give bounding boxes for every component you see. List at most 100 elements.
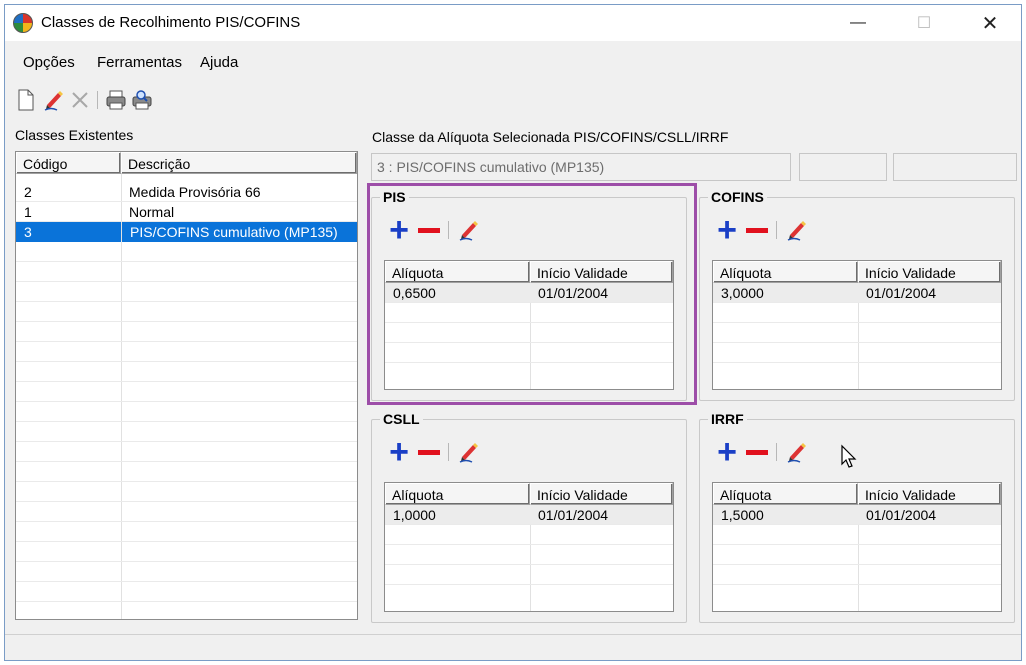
minus-icon: [418, 449, 440, 455]
empty-row: [713, 343, 1001, 363]
empty-row: [16, 262, 357, 282]
table-row[interactable]: 1,5000 01/01/2004: [713, 505, 1001, 525]
empty-row: [16, 402, 357, 422]
column-descricao[interactable]: Descrição: [121, 152, 357, 174]
window-title: Classes de Recolhimento PIS/COFINS: [41, 14, 301, 31]
close-button[interactable]: ✕: [967, 5, 1013, 41]
group-title: COFINS: [708, 189, 767, 205]
empty-row: [16, 322, 357, 342]
edit-pencil-icon: [459, 443, 478, 463]
group-separator: [776, 221, 777, 239]
group-csll: CSLL + Alíquota Início Validade 1,0000 0…: [371, 411, 687, 623]
list-item[interactable]: 1 Normal: [16, 202, 357, 222]
group-cofins: COFINS + Alíquota Início Validade 3,0000…: [699, 189, 1015, 401]
cell-inicio: 01/01/2004: [866, 285, 937, 301]
cell-aliquota: 1,0000: [393, 507, 436, 523]
status-bar: [5, 634, 1021, 660]
group-title: IRRF: [708, 411, 747, 427]
column-inicio-validade[interactable]: Início Validade: [858, 261, 1001, 283]
selected-class-field[interactable]: 3 : PIS/COFINS cumulativo (MP135): [371, 153, 791, 181]
empty-row: [713, 323, 1001, 343]
toolbar-separator: [97, 91, 98, 109]
column-inicio-validade[interactable]: Início Validade: [858, 483, 1001, 505]
group-separator: [776, 443, 777, 461]
empty-row: [16, 482, 357, 502]
csll-grid[interactable]: Alíquota Início Validade 1,0000 01/01/20…: [384, 482, 674, 612]
plus-icon: +: [389, 433, 409, 471]
new-document-icon[interactable]: [15, 89, 37, 111]
classes-existentes-label: Classes Existentes: [15, 127, 134, 143]
minus-icon: [746, 227, 768, 233]
empty-row: [713, 525, 1001, 545]
cell-codigo: 2: [24, 184, 32, 200]
table-row[interactable]: 3,0000 01/01/2004: [713, 283, 1001, 303]
empty-row: [16, 562, 357, 582]
empty-row: [16, 302, 357, 322]
empty-row: [16, 542, 357, 562]
edit-button[interactable]: [784, 440, 810, 464]
empty-row: [16, 382, 357, 402]
cell-aliquota: 3,0000: [721, 285, 764, 301]
empty-row: [16, 242, 357, 262]
cell-descricao: PIS/COFINS cumulativo (MP135): [122, 222, 357, 242]
column-aliquota[interactable]: Alíquota: [713, 483, 858, 505]
extra-field-1[interactable]: [799, 153, 887, 181]
cell-descricao: Normal: [129, 204, 175, 220]
remove-button[interactable]: [744, 440, 770, 464]
empty-row: [385, 545, 673, 565]
column-codigo[interactable]: Código: [16, 152, 121, 174]
print-preview-icon[interactable]: [131, 89, 153, 111]
group-irrf: IRRF + Alíquota Início Validade 1,5000 0…: [699, 411, 1015, 623]
edit-button[interactable]: [784, 218, 810, 242]
add-button[interactable]: +: [714, 435, 740, 469]
title-bar: Classes de Recolhimento PIS/COFINS — ☐ ✕: [5, 5, 1021, 41]
pis-highlight-box: [367, 183, 697, 405]
cofins-grid[interactable]: Alíquota Início Validade 3,0000 01/01/20…: [712, 260, 1002, 390]
minimize-button[interactable]: —: [835, 5, 881, 41]
empty-row: [16, 582, 357, 602]
app-icon: [13, 13, 33, 33]
add-button[interactable]: +: [386, 433, 412, 471]
print-icon[interactable]: [105, 89, 127, 111]
add-button[interactable]: +: [714, 213, 740, 247]
list-item-selected[interactable]: 3 PIS/COFINS cumulativo (MP135): [16, 222, 357, 242]
empty-row: [713, 565, 1001, 585]
empty-row: [16, 422, 357, 442]
cell-descricao: Medida Provisória 66: [129, 184, 261, 200]
maximize-button[interactable]: ☐: [901, 5, 947, 41]
empty-row: [385, 565, 673, 585]
empty-row: [16, 442, 357, 462]
group-title: CSLL: [380, 411, 423, 427]
main-window: Classes de Recolhimento PIS/COFINS — ☐ ✕…: [4, 4, 1022, 661]
column-aliquota[interactable]: Alíquota: [713, 261, 858, 283]
empty-row: [713, 545, 1001, 565]
irrf-grid[interactable]: Alíquota Início Validade 1,5000 01/01/20…: [712, 482, 1002, 612]
minus-icon: [746, 449, 768, 455]
menu-opcoes[interactable]: Opções: [23, 54, 75, 71]
delete-x-icon[interactable]: [69, 89, 91, 111]
menu-ferramentas[interactable]: Ferramentas: [97, 54, 182, 71]
menu-ajuda[interactable]: Ajuda: [200, 54, 238, 71]
classe-aliquota-label: Classe da Alíquota Selecionada PIS/COFIN…: [372, 129, 729, 145]
empty-row: [16, 502, 357, 522]
cell-codigo: 3: [16, 222, 121, 242]
extra-field-2[interactable]: [893, 153, 1017, 181]
empty-row: [16, 462, 357, 482]
empty-row: [16, 362, 357, 382]
edit-button[interactable]: [456, 440, 482, 464]
cell-aliquota: 1,5000: [721, 507, 764, 523]
column-inicio-validade[interactable]: Início Validade: [530, 483, 673, 505]
cell-inicio: 01/01/2004: [538, 507, 609, 523]
edit-pencil-icon: [787, 221, 806, 241]
list-item[interactable]: 2 Medida Provisória 66: [16, 182, 357, 202]
empty-row: [16, 282, 357, 302]
empty-row: [16, 522, 357, 542]
remove-button[interactable]: [416, 440, 442, 464]
edit-pencil-icon[interactable]: [43, 89, 65, 111]
empty-row: [713, 303, 1001, 323]
column-aliquota[interactable]: Alíquota: [385, 483, 530, 505]
table-row[interactable]: 1,0000 01/01/2004: [385, 505, 673, 525]
remove-button[interactable]: [744, 218, 770, 242]
classes-list[interactable]: Código Descrição 2 Medida Provisória 66 …: [15, 151, 358, 620]
mouse-cursor-icon: [836, 444, 862, 468]
